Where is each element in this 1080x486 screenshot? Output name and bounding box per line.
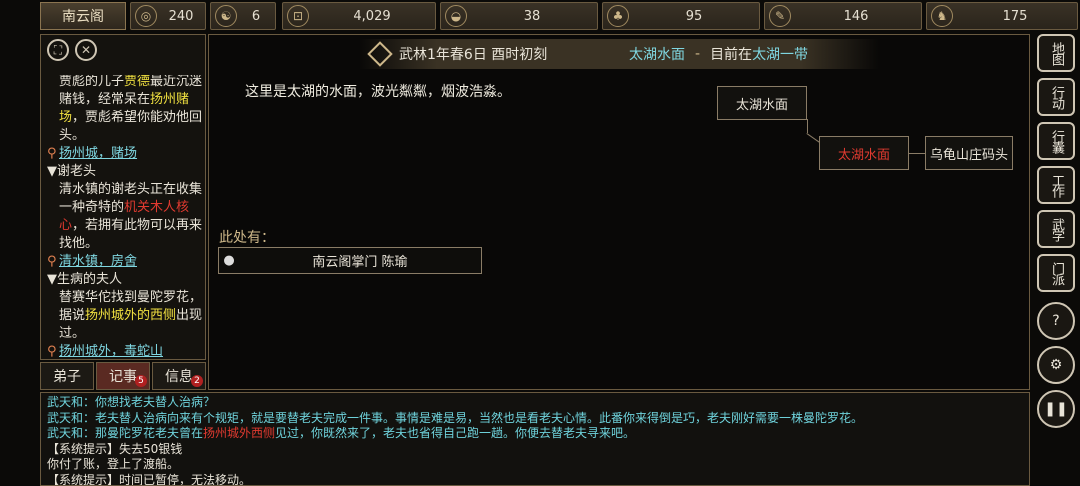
log-line: 武天和：老夫替人治病向来有个规矩，就是要替老夫完成一件事。事情是难是易，当然也是… [47, 411, 1023, 427]
tab-label: 信息 [165, 369, 193, 385]
quest-location-link[interactable]: 扬州城外，毒蛇山 [47, 343, 203, 359]
stat-value: 6 [251, 8, 261, 24]
log-text: 老夫替人治病向来有个规矩，就是要替老夫完成一件事。事情是难是易，当然也是看老夫心… [95, 410, 864, 425]
quest-description: 替赛华佗找到曼陀罗花，据说扬州城外的西侧出现过。 [47, 289, 203, 343]
stat-value: 95 [685, 8, 703, 24]
log-speaker: 武天和： [47, 426, 96, 440]
map-node-north[interactable]: 太湖水面 [717, 86, 807, 120]
stat-value: 4,029 [353, 8, 391, 24]
person-icon: ● [223, 253, 235, 268]
list-fade [47, 65, 203, 75]
map-node-current[interactable]: 太湖水面 [819, 136, 909, 170]
action-button[interactable]: 行动 [1037, 78, 1075, 116]
tab-label: 弟子 [53, 369, 81, 385]
quest-text: ，贾彪希望你能劝他回头。 [59, 110, 203, 143]
pause-icon[interactable]: ❚❚ [1037, 390, 1075, 428]
stat-yin-yang[interactable]: ☯ 6 [210, 2, 276, 30]
map-connector [909, 153, 925, 154]
quest-panel: 贾彪的儿子贾德最近沉迷赌钱，经常呆在扬州赌场，贾彪希望你能劝他回头。 扬州城，赌… [40, 34, 206, 360]
horse-icon: ♞ [931, 5, 953, 27]
log-line: 武天和：那曼陀罗花老夫曾在扬州城外西侧见过，你既然来了，老夫也省得自己跑一趟。你… [47, 426, 1023, 442]
coin-pouch-icon: ◎ [135, 5, 157, 27]
log-text: 你想找老夫替人治病？ [95, 395, 216, 409]
map-button[interactable]: 地图 [1037, 34, 1075, 72]
stat-herb[interactable]: ♣ 95 [602, 2, 760, 30]
log-line: 【系统提示】时间已暂停，无法移动。 [47, 472, 252, 486]
panel-tabs: 弟子 记事 5 信息 2 [40, 362, 206, 390]
food-bowl-icon: ◒ [445, 5, 467, 27]
stat-value: 175 [1002, 8, 1028, 24]
tab-journal[interactable]: 记事 5 [96, 362, 150, 390]
present-label: 此处有： [219, 230, 275, 246]
sect-menu-button[interactable]: 门派 [1037, 254, 1075, 292]
quest-title[interactable]: ▼谢老头 [47, 163, 203, 181]
notification-badge: 2 [191, 375, 203, 387]
quest-text: 贾彪的儿子 [59, 74, 125, 89]
current-region: 太湖一带 [752, 47, 809, 63]
close-icon[interactable]: ✕ [75, 39, 97, 61]
tab-messages[interactable]: 信息 2 [152, 362, 206, 390]
location-header: 武林1年春6日 酉时初刻 太湖水面 - 目前在 太湖一带 [359, 39, 879, 69]
work-button[interactable]: 工作 [1037, 166, 1075, 204]
gear-icon[interactable]: ⚙ [1037, 346, 1075, 384]
scroll-icon: ✎ [769, 5, 791, 27]
quest-text: ，若拥有此物可以再来找他。 [59, 218, 203, 251]
martial-arts-button[interactable]: 武学 [1037, 210, 1075, 248]
quest-list[interactable]: 贾彪的儿子贾德最近沉迷赌钱，经常呆在扬州赌场，贾彪希望你能劝他回头。 扬州城，赌… [47, 73, 203, 359]
yin-yang-icon: ☯ [215, 5, 237, 27]
log-highlight: 扬州城外西侧 [203, 426, 276, 440]
message-log[interactable]: 武天和：你想找老夫替人治病？ 武天和：老夫替人治病向来有个规矩，就是要替老夫完成… [40, 392, 1030, 486]
npc-name: 南云阁掌门 陈瑜 [312, 255, 408, 270]
current-place: 太湖水面 [629, 47, 685, 63]
log-speaker: 武天和： [47, 395, 96, 409]
tab-label: 记事 [109, 369, 137, 385]
quest-highlight: 贾德 [124, 74, 151, 89]
log-text: 见过，你既然来了，老夫也省得自己跑一趟。你便去替老夫寻来吧。 [275, 426, 636, 440]
npc-entry[interactable]: ● 南云阁掌门 陈瑜 [218, 247, 482, 274]
sect-button[interactable]: 南云阁 [40, 2, 126, 30]
resource-bar: 南云阁 ◎ 240 ☯ 6 ⊡ 4,029 ◒ 38 ♣ 95 ✎ 146 ♞ … [0, 0, 1080, 32]
game-date: 武林1年春6日 酉时初刻 [399, 47, 548, 63]
tab-disciples[interactable]: 弟子 [40, 362, 94, 390]
quest-panel-toolbar: ⛶ ✕ [47, 39, 97, 61]
scene-panel: 武林1年春6日 酉时初刻 太湖水面 - 目前在 太湖一带 这里是太湖的水面，波光… [208, 34, 1030, 390]
notification-badge: 5 [135, 375, 147, 387]
inventory-button[interactable]: 行囊 [1037, 122, 1075, 160]
log-speaker: 武天和： [47, 410, 96, 425]
compass-icon [367, 41, 393, 67]
log-line: 【系统提示】失去50银钱 [47, 441, 183, 456]
map-node-east[interactable]: 乌龟山庄码头 [925, 136, 1013, 170]
quest-description: 清水镇的谢老头正在收集一种奇特的机关木人核心，若拥有此物可以再来找他。 [47, 181, 203, 253]
stat-copper-coin[interactable]: ⊡ 4,029 [282, 2, 436, 30]
herb-icon: ♣ [607, 5, 629, 27]
stat-value: 240 [168, 8, 194, 24]
copper-coin-icon: ⊡ [287, 5, 309, 27]
map-connector [807, 119, 808, 133]
log-line: 你付了账，登上了渡船。 [47, 457, 180, 471]
log-text: 那曼陀罗花老夫曾在 [95, 426, 204, 440]
stat-value: 146 [843, 8, 869, 24]
side-menu: 地图 行动 行囊 工作 武学 门派 ? ⚙ ❚❚ [1032, 34, 1080, 486]
stat-scroll[interactable]: ✎ 146 [764, 2, 922, 30]
stat-coin-pouch[interactable]: ◎ 240 [130, 2, 206, 30]
stat-food[interactable]: ◒ 38 [440, 2, 598, 30]
quest-location-link[interactable]: 清水镇，房舍 [47, 253, 203, 271]
log-line: 武天和：你想找老夫替人治病？ [47, 395, 1023, 411]
help-icon[interactable]: ? [1037, 302, 1075, 340]
quest-description: 贾彪的儿子贾德最近沉迷赌钱，经常呆在扬州赌场，贾彪希望你能劝他回头。 [47, 73, 203, 145]
region-prefix: 目前在 [710, 47, 753, 63]
quest-location-link[interactable]: 扬州城，赌场 [47, 145, 203, 163]
quest-title[interactable]: ▼生病的夫人 [47, 271, 203, 289]
quest-highlight: 扬州城外的西侧 [85, 308, 177, 323]
separator: - [695, 46, 701, 62]
scene-description: 这里是太湖的水面，波光粼粼，烟波浩淼。 [245, 84, 511, 100]
stat-value: 38 [523, 8, 541, 24]
stat-horse[interactable]: ♞ 175 [926, 2, 1078, 30]
expand-icon[interactable]: ⛶ [47, 39, 69, 61]
